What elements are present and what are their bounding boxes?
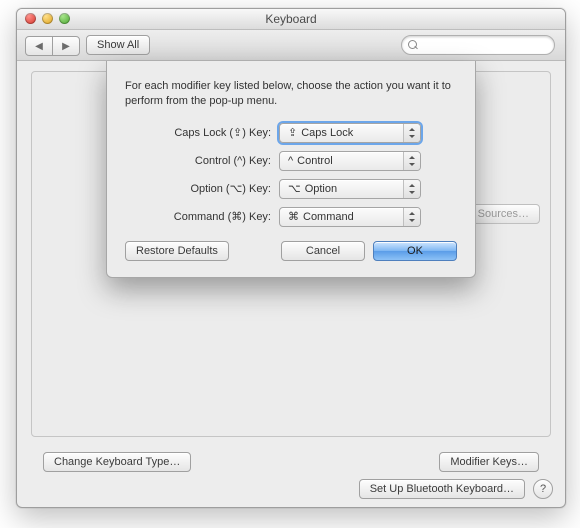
chevron-updown-icon (403, 152, 420, 170)
help-button[interactable]: ? (533, 479, 553, 499)
window-title: Keyboard (265, 12, 316, 26)
close-icon[interactable] (25, 13, 36, 24)
cancel-button[interactable]: Cancel (281, 241, 365, 261)
modifier-symbol-icon: ⌘ (288, 210, 299, 223)
titlebar: Keyboard (17, 9, 565, 30)
zoom-icon[interactable] (59, 13, 70, 24)
modifier-popup-value: Command (303, 211, 354, 223)
modifier-popup[interactable]: ⇪ Caps Lock (279, 123, 421, 143)
modifier-label: Command (⌘) Key: (125, 210, 271, 223)
modifier-popup-value: Option (305, 183, 337, 195)
modifier-popup-value: Caps Lock (301, 127, 353, 139)
modifier-symbol-icon: ⇪ (288, 126, 297, 139)
modifier-keys-sheet: For each modifier key listed below, choo… (106, 61, 476, 278)
modifier-popup[interactable]: ⌘ Command (279, 207, 421, 227)
show-all-button[interactable]: Show All (86, 35, 150, 55)
setup-bluetooth-keyboard-button[interactable]: Set Up Bluetooth Keyboard… (359, 479, 525, 499)
modifier-row: Option (⌥) Key: ⌥ Option (125, 179, 457, 199)
back-button[interactable]: ◀ (25, 36, 53, 56)
navigation-segment: ◀ ▶ (25, 36, 80, 54)
help-icon: ? (540, 483, 546, 495)
sheet-body: For each modifier key listed below, choo… (106, 61, 476, 278)
forward-button[interactable]: ▶ (52, 36, 80, 56)
sheet-button-row: Restore Defaults Cancel OK (125, 241, 457, 261)
triangle-left-icon: ◀ (35, 41, 43, 52)
modifier-row: Command (⌘) Key: ⌘ Command (125, 207, 457, 227)
toolbar: ◀ ▶ Show All (17, 30, 565, 61)
window-bottom-buttons: Set Up Bluetooth Keyboard… ? (17, 479, 565, 499)
modifier-label: Option (⌥) Key: (125, 182, 271, 195)
panel-bottom-buttons: Change Keyboard Type… Modifier Keys… (17, 452, 565, 472)
chevron-updown-icon (403, 124, 420, 142)
modifier-keys-button[interactable]: Modifier Keys… (439, 452, 539, 472)
modifier-popup[interactable]: ^ Control (279, 151, 421, 171)
change-keyboard-type-button[interactable]: Change Keyboard Type… (43, 452, 191, 472)
modifier-label: Caps Lock (⇪) Key: (125, 126, 271, 139)
modifier-row: Control (^) Key: ^ Control (125, 151, 457, 171)
modifier-symbol-icon: ^ (288, 155, 293, 167)
restore-defaults-button[interactable]: Restore Defaults (125, 241, 229, 261)
search-icon (408, 40, 418, 50)
modifier-label: Control (^) Key: (125, 155, 271, 167)
window-body: Input Sources… Change Keyboard Type… Mod… (17, 61, 565, 507)
chevron-updown-icon (403, 180, 420, 198)
traffic-lights (25, 13, 70, 24)
ok-button[interactable]: OK (373, 241, 457, 261)
sheet-description: For each modifier key listed below, choo… (125, 79, 457, 109)
preferences-window: Keyboard ◀ ▶ Show All Input Sources… Cha… (16, 8, 566, 508)
chevron-updown-icon (403, 208, 420, 226)
modifier-popup-value: Control (297, 155, 332, 167)
modifier-symbol-icon: ⌥ (288, 182, 301, 195)
triangle-right-icon: ▶ (62, 41, 70, 52)
minimize-icon[interactable] (42, 13, 53, 24)
search-input[interactable] (422, 38, 548, 52)
modifier-popup[interactable]: ⌥ Option (279, 179, 421, 199)
search-field[interactable] (401, 35, 555, 55)
modifier-row: Caps Lock (⇪) Key: ⇪ Caps Lock (125, 123, 457, 143)
